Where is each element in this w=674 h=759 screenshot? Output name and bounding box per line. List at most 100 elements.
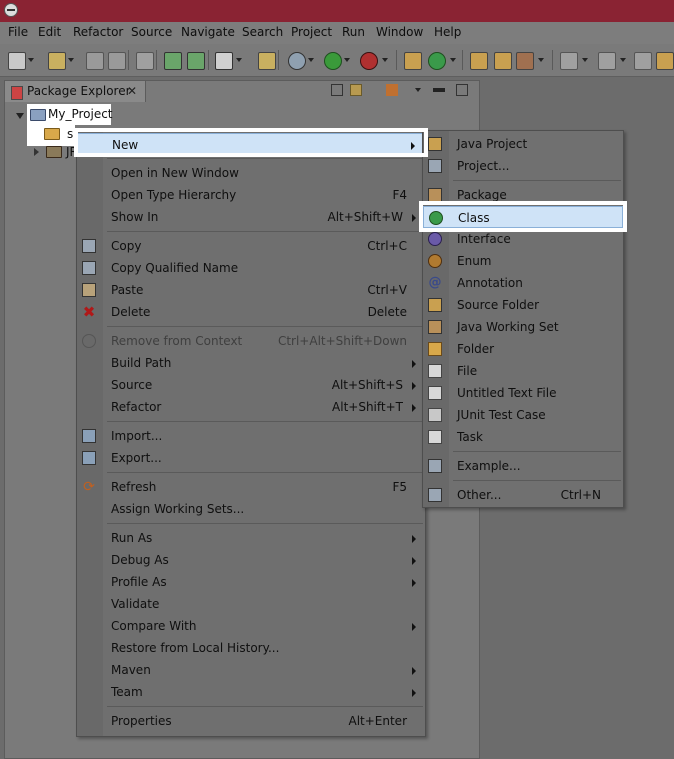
menu-item-label: Show In <box>111 210 159 224</box>
menu-item-export[interactable]: Export... <box>77 447 425 469</box>
prev-annotation-icon[interactable] <box>598 52 616 70</box>
menu-item-delete[interactable]: ✖ Delete Delete <box>77 301 425 323</box>
open-type-icon[interactable] <box>470 52 488 70</box>
run-icon[interactable] <box>324 52 342 70</box>
maximize-icon[interactable] <box>456 84 468 96</box>
enum-icon <box>428 254 442 268</box>
search-icon[interactable] <box>136 52 154 70</box>
menu-item-copy-qualified-name[interactable]: Copy Qualified Name <box>77 257 425 279</box>
submenu-item-project[interactable]: Project... <box>423 155 623 177</box>
minimize-icon[interactable] <box>433 88 445 92</box>
menu-item-restore-local-history[interactable]: Restore from Local History... <box>77 637 425 659</box>
menu-item-new[interactable]: New <box>77 133 425 155</box>
menu-item-maven[interactable]: Maven <box>77 659 425 681</box>
menu-item-compare-with[interactable]: Compare With <box>77 615 425 637</box>
debug-icon[interactable] <box>288 52 306 70</box>
menu-item-remove-from-context[interactable]: Remove from Context Ctrl+Alt+Shift+Down <box>77 330 425 352</box>
menu-edit[interactable]: Edit <box>38 25 61 39</box>
menu-item-assign-working-sets[interactable]: Assign Working Sets... <box>77 498 425 520</box>
menu-navigate[interactable]: Navigate <box>181 25 235 39</box>
open-task-icon[interactable] <box>494 52 512 70</box>
submenu-item-other[interactable]: Other... Ctrl+N <box>423 484 623 506</box>
submenu-item-task[interactable]: Task <box>423 426 623 448</box>
menu-item-validate[interactable]: Validate <box>77 593 425 615</box>
filter-icon[interactable] <box>386 84 398 96</box>
menu-item-profile-as[interactable]: Profile As <box>77 571 425 593</box>
task-tool-icon[interactable] <box>258 52 276 70</box>
close-icon[interactable]: ✕ <box>127 84 137 98</box>
menu-file[interactable]: File <box>8 25 28 39</box>
submenu-item-interface[interactable]: Interface <box>423 228 623 250</box>
menu-refactor[interactable]: Refactor <box>73 25 123 39</box>
menu-item-paste[interactable]: Paste Ctrl+V <box>77 279 425 301</box>
save-all-icon[interactable] <box>108 52 126 70</box>
submenu-item-untitled-text-file[interactable]: Untitled Text File <box>423 382 623 404</box>
submenu-item-java-working-set[interactable]: Java Working Set <box>423 316 623 338</box>
expand-arrow-icon[interactable] <box>16 113 24 119</box>
submenu-item-annotation[interactable]: @ Annotation <box>423 272 623 294</box>
forward-icon[interactable] <box>656 52 674 70</box>
toolbar-separator <box>278 50 279 70</box>
menu-item-build-path[interactable]: Build Path <box>77 352 425 374</box>
debug-dropdown-icon[interactable] <box>308 58 314 62</box>
menu-source[interactable]: Source <box>131 25 172 39</box>
submenu-item-package[interactable]: Package <box>423 184 623 206</box>
submenu-item-file[interactable]: File <box>423 360 623 382</box>
menu-item-properties[interactable]: Properties Alt+Enter <box>77 710 425 732</box>
menu-item-show-in[interactable]: Show In Alt+Shift+W <box>77 206 425 228</box>
new-class-dropdown-icon[interactable] <box>450 58 456 62</box>
menu-item-refactor[interactable]: Refactor Alt+Shift+T <box>77 396 425 418</box>
new-class-icon[interactable] <box>428 52 446 70</box>
back-icon[interactable] <box>634 52 652 70</box>
open-icon[interactable] <box>48 52 66 70</box>
new-dropdown-icon[interactable] <box>28 58 34 62</box>
menu-item-refresh[interactable]: ⟳ Refresh F5 <box>77 476 425 498</box>
annotation-nav-dropdown-icon[interactable] <box>582 58 588 62</box>
submenu-item-enum[interactable]: Enum <box>423 250 623 272</box>
menu-help[interactable]: Help <box>434 25 461 39</box>
menu-item-open-in-new-window[interactable]: Open in New Window <box>77 162 425 184</box>
submenu-item-junit-test-case[interactable]: JUnit Test Case <box>423 404 623 426</box>
menu-item-import[interactable]: Import... <box>77 425 425 447</box>
menu-item-copy[interactable]: Copy Ctrl+C <box>77 235 425 257</box>
menu-item-open-type-hierarchy[interactable]: Open Type Hierarchy F4 <box>77 184 425 206</box>
package-explorer-tab[interactable]: Package Explorer ✕ <box>4 80 146 102</box>
menu-item-debug-as[interactable]: Debug As <box>77 549 425 571</box>
pen-icon[interactable] <box>516 52 534 70</box>
pen-dropdown-icon[interactable] <box>538 58 544 62</box>
external-tools-icon[interactable] <box>360 52 378 70</box>
project-name[interactable]: My_Project <box>48 107 113 121</box>
menu-window[interactable]: Window <box>376 25 423 39</box>
submenu-item-class[interactable]: Class <box>423 206 623 228</box>
refresh-icon: ⟳ <box>83 479 95 495</box>
expand-arrow-icon[interactable] <box>34 148 39 156</box>
package-explorer-icon <box>11 86 23 100</box>
library-icon <box>46 146 62 158</box>
menu-search[interactable]: Search <box>242 25 283 39</box>
submenu-item-source-folder[interactable]: Source Folder <box>423 294 623 316</box>
run-dropdown-icon[interactable] <box>344 58 350 62</box>
window-menu-icon[interactable] <box>4 3 18 17</box>
checkbox-tool-icon[interactable] <box>215 52 233 70</box>
build-icon[interactable] <box>164 52 182 70</box>
view-menu-icon[interactable] <box>415 88 421 92</box>
menu-item-team[interactable]: Team <box>77 681 425 703</box>
menu-item-run-as[interactable]: Run As <box>77 527 425 549</box>
external-tools-dropdown-icon[interactable] <box>382 58 388 62</box>
new-icon[interactable] <box>8 52 26 70</box>
prev-annotation-dropdown-icon[interactable] <box>620 58 626 62</box>
open-dropdown-icon[interactable] <box>68 58 74 62</box>
checkbox-dropdown-icon[interactable] <box>236 58 242 62</box>
submenu-item-folder[interactable]: Folder <box>423 338 623 360</box>
submenu-item-java-project[interactable]: Java Project <box>423 133 623 155</box>
collapse-all-icon[interactable] <box>331 84 343 96</box>
save-icon[interactable] <box>86 52 104 70</box>
deploy-icon[interactable] <box>187 52 205 70</box>
menu-run[interactable]: Run <box>342 25 365 39</box>
link-with-editor-icon[interactable] <box>350 84 362 96</box>
new-package-icon[interactable] <box>404 52 422 70</box>
submenu-item-example[interactable]: Example... <box>423 455 623 477</box>
menu-item-source[interactable]: Source Alt+Shift+S <box>77 374 425 396</box>
annotation-nav-icon[interactable] <box>560 52 578 70</box>
menu-project[interactable]: Project <box>291 25 332 39</box>
